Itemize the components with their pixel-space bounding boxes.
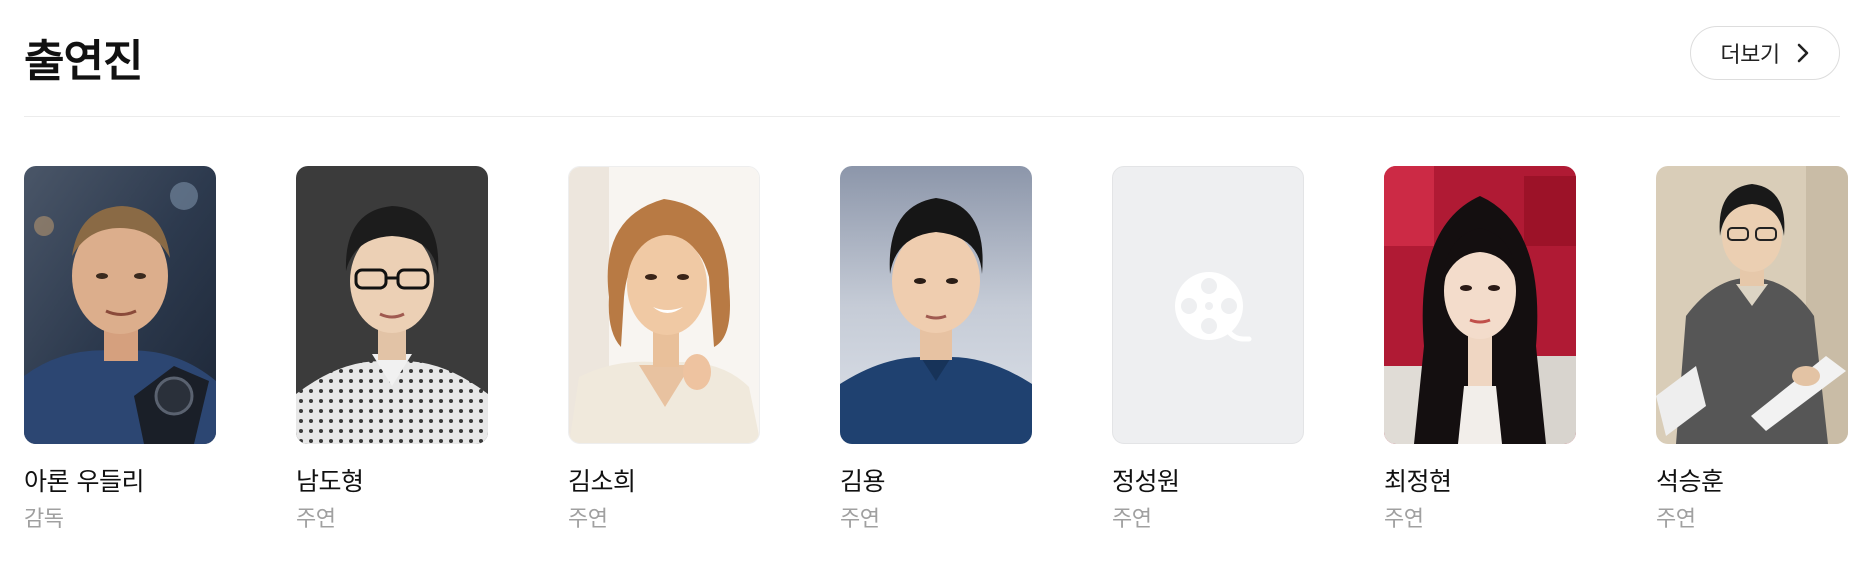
cast-item[interactable]: 석승훈 주연 xyxy=(1656,166,1848,546)
cast-name: 김용 xyxy=(840,467,886,496)
cast-photo xyxy=(840,166,1032,444)
cast-list: 아론 우들리 감독 남도형 주연 김소희 주연 김용 주연 정성원 주연 최정현… xyxy=(24,166,1848,546)
cast-role: 감독 xyxy=(24,507,64,532)
cast-photo xyxy=(1384,166,1576,444)
cast-name: 김소희 xyxy=(568,467,636,496)
cast-role: 주연 xyxy=(840,507,880,532)
more-button-label: 더보기 xyxy=(1720,43,1780,68)
cast-name: 정성원 xyxy=(1112,467,1180,496)
film-reel-placeholder-icon xyxy=(1175,272,1252,342)
cast-role: 주연 xyxy=(1656,507,1696,532)
cast-photo xyxy=(568,166,760,444)
cast-photo xyxy=(24,166,216,444)
cast-item[interactable]: 김용 주연 xyxy=(840,166,1032,546)
cast-name: 최정현 xyxy=(1384,467,1452,496)
cast-name: 석승훈 xyxy=(1656,467,1724,496)
more-button[interactable]: 더보기 xyxy=(1690,26,1840,80)
cast-item[interactable]: 최정현 주연 xyxy=(1384,166,1576,546)
chevron-right-icon xyxy=(1797,43,1808,63)
cast-photo xyxy=(296,166,488,444)
cast-role: 주연 xyxy=(1384,507,1424,532)
cast-name: 남도형 xyxy=(296,467,364,496)
cast-role: 주연 xyxy=(568,507,608,532)
cast-item[interactable]: 김소희 주연 xyxy=(568,166,760,546)
section-title: 출연진 xyxy=(24,36,143,87)
cast-item[interactable]: 남도형 주연 xyxy=(296,166,488,546)
cast-section: 출연진 더보기 아론 우들리 감독 남도형 주연 김소희 주연 김용 주연 정성… xyxy=(0,0,1864,562)
cast-role: 주연 xyxy=(1112,507,1152,532)
cast-photo-placeholder xyxy=(1112,166,1304,444)
cast-name: 아론 우들리 xyxy=(24,467,144,496)
section-header: 출연진 더보기 xyxy=(24,20,1840,117)
cast-photo xyxy=(1656,166,1848,444)
cast-item[interactable]: 아론 우들리 감독 xyxy=(24,166,216,546)
cast-item[interactable]: 정성원 주연 xyxy=(1112,166,1304,546)
cast-role: 주연 xyxy=(296,507,336,532)
